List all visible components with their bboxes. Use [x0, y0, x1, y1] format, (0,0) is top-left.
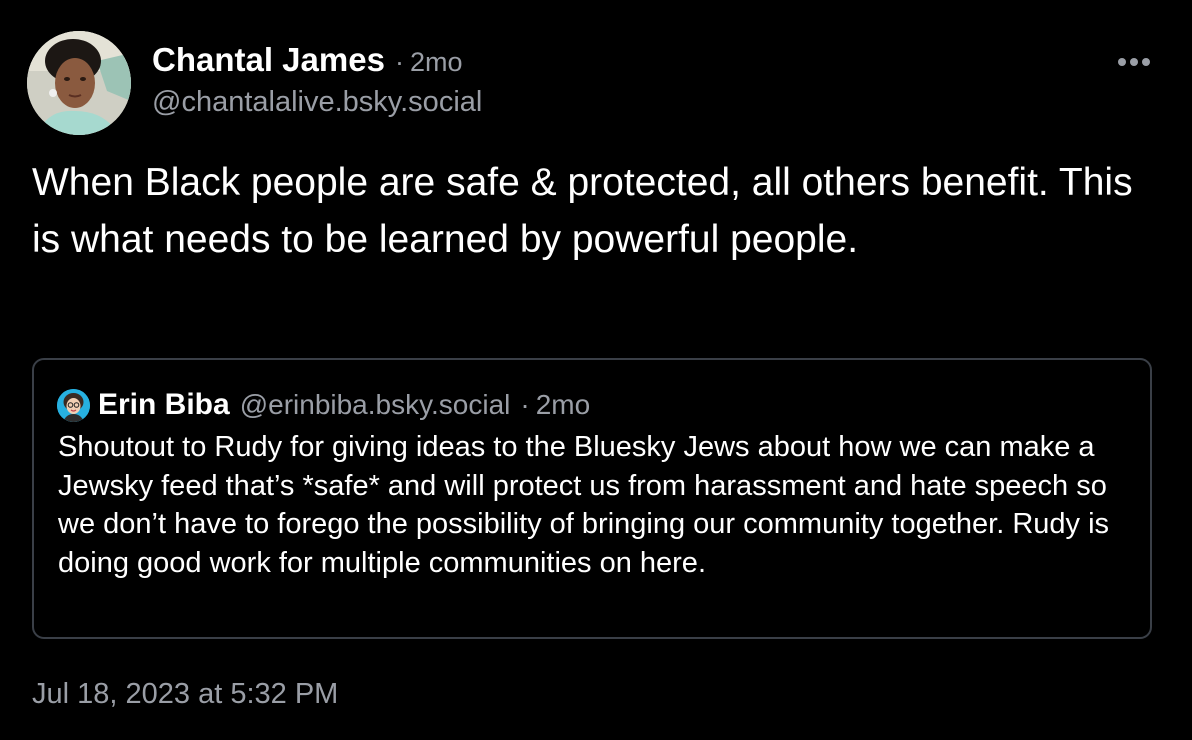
more-options-button[interactable] [1112, 50, 1156, 74]
quoted-post-text: Shoutout to Rudy for giving ideas to the… [58, 431, 1110, 579]
quoted-post-relative-time: 2mo [535, 389, 591, 420]
quoted-author-separator: · [520, 389, 530, 420]
ellipsis-dot [1142, 58, 1150, 66]
post-relative-time: 2mo [409, 47, 463, 77]
quoted-author-avatar[interactable] [57, 388, 90, 422]
quoted-author-name: Erin Biba [98, 388, 230, 421]
post-text: When Black people are safe & protected, … [32, 161, 1133, 261]
author-line: Chantal James · 2mo [152, 41, 462, 81]
author-avatar[interactable] [27, 31, 131, 135]
ellipsis-horizontal-icon [1118, 58, 1126, 66]
ellipsis-dot [1130, 58, 1138, 66]
quoted-post-header: Erin Biba @erinbiba.bsky.social · 2mo [57, 388, 590, 422]
post: Chantal James · 2mo @chantalalive.bsky.s… [0, 0, 1192, 740]
post-timestamp: Jul 18, 2023 at 5:32 PM [32, 678, 339, 710]
quoted-author-handle: @erinbiba.bsky.social [239, 389, 511, 420]
author-handle[interactable]: @chantalalive.bsky.social [152, 86, 482, 119]
author-name[interactable]: Chantal James [152, 41, 385, 79]
quoted-post[interactable]: Erin Biba @erinbiba.bsky.social · 2mo Sh… [32, 358, 1152, 639]
author-separator: · [394, 47, 404, 77]
